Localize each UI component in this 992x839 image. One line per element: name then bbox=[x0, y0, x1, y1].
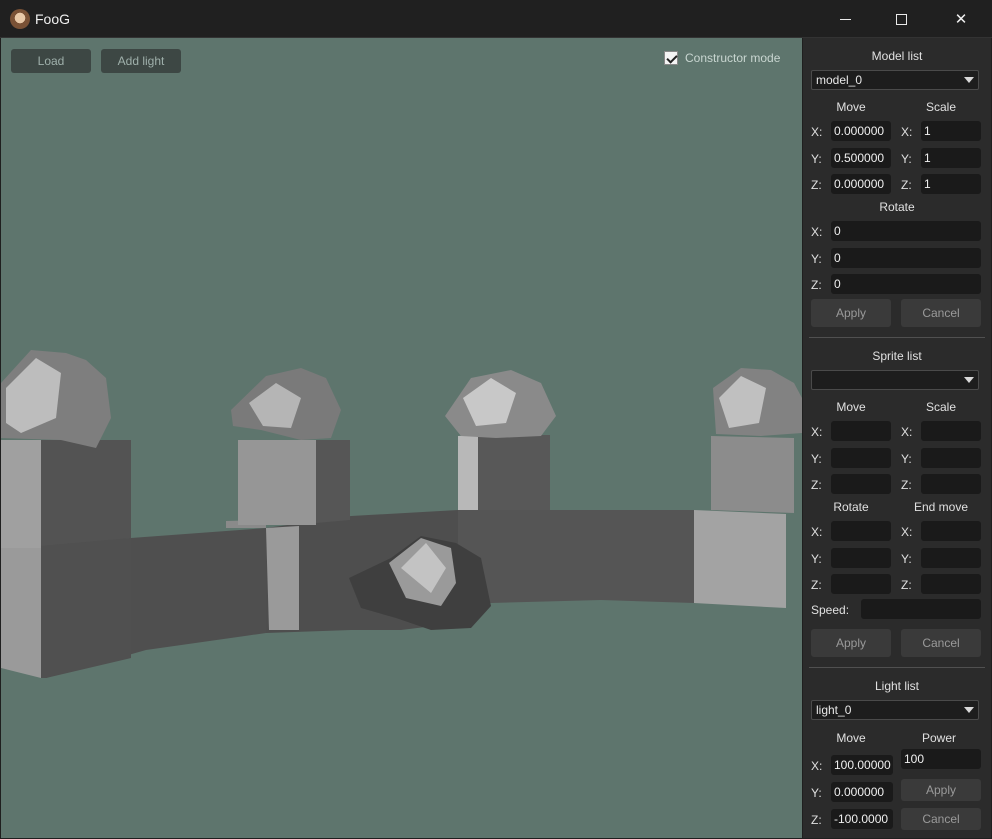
axis-label: Y: bbox=[811, 252, 822, 266]
sprite-end-move-y[interactable] bbox=[921, 548, 981, 568]
axis-label: Y: bbox=[901, 552, 912, 566]
axis-label: Y: bbox=[811, 152, 822, 166]
sprite-rotate-y[interactable] bbox=[831, 548, 891, 568]
light-select-value: light_0 bbox=[816, 703, 852, 717]
light-power-input[interactable]: 100 bbox=[901, 749, 981, 769]
axis-label: Z: bbox=[901, 578, 912, 592]
model-scale-label: Scale bbox=[925, 100, 957, 114]
axis-label: X: bbox=[811, 759, 823, 773]
axis-label: X: bbox=[811, 425, 823, 439]
constructor-mode-label: Constructor mode bbox=[685, 51, 781, 65]
light-move-z[interactable]: -100.0000 bbox=[831, 809, 893, 829]
model-move-y[interactable]: 0.500000 bbox=[831, 148, 891, 168]
light-apply-button[interactable]: Apply bbox=[901, 779, 981, 801]
close-icon: ✕ bbox=[954, 11, 968, 28]
model-scale-y[interactable]: 1 bbox=[921, 148, 981, 168]
model-rotate-z[interactable]: 0 bbox=[831, 274, 981, 294]
model-rotate-y[interactable]: 0 bbox=[831, 248, 981, 268]
sprite-rotate-x[interactable] bbox=[831, 521, 891, 541]
window-title: FooG bbox=[35, 11, 71, 27]
sprite-scale-y[interactable] bbox=[921, 448, 981, 468]
app-icon bbox=[10, 9, 30, 29]
axis-label: X: bbox=[901, 525, 913, 539]
model-rotate-label: Rotate bbox=[879, 200, 915, 214]
model-scale-x[interactable]: 1 bbox=[921, 121, 981, 141]
add-light-button[interactable]: Add light bbox=[101, 49, 181, 73]
axis-label: X: bbox=[811, 125, 823, 139]
load-button[interactable]: Load bbox=[11, 49, 91, 73]
axis-label: Z: bbox=[811, 813, 822, 827]
light-power-label: Power bbox=[921, 731, 956, 745]
axis-label: X: bbox=[811, 525, 823, 539]
constructor-mode-toggle[interactable]: Constructor mode bbox=[664, 51, 780, 65]
sprite-rotate-label: Rotate bbox=[833, 500, 869, 514]
axis-label: Y: bbox=[901, 452, 912, 466]
axis-label: X: bbox=[901, 425, 913, 439]
light-cancel-button[interactable]: Cancel bbox=[901, 808, 981, 830]
light-select[interactable]: light_0 bbox=[811, 700, 979, 720]
model-apply-button[interactable]: Apply bbox=[811, 299, 891, 327]
sprite-rotate-z[interactable] bbox=[831, 574, 891, 594]
maximize-button[interactable] bbox=[878, 0, 924, 38]
axis-label: Z: bbox=[901, 478, 912, 492]
sprite-select[interactable] bbox=[811, 370, 979, 390]
minimize-icon bbox=[839, 18, 851, 20]
chevron-down-icon bbox=[964, 77, 974, 83]
axis-label: X: bbox=[901, 125, 913, 139]
light-move-label: Move bbox=[836, 731, 866, 745]
sprite-list-title: Sprite list bbox=[872, 349, 922, 363]
sprite-end-move-label: End move bbox=[913, 500, 969, 514]
sprite-move-z[interactable] bbox=[831, 474, 891, 494]
sprite-move-x[interactable] bbox=[831, 421, 891, 441]
chevron-down-icon bbox=[964, 377, 974, 383]
properties-panel: Model list model_0 Move Scale X: 0.00000… bbox=[803, 38, 991, 838]
axis-label: Y: bbox=[811, 552, 822, 566]
model-select-value: model_0 bbox=[816, 73, 863, 87]
axis-label: Z: bbox=[811, 578, 822, 592]
constructor-mode-checkbox[interactable] bbox=[664, 51, 678, 65]
model-list-title: Model list bbox=[871, 49, 923, 63]
maximize-icon bbox=[895, 13, 907, 25]
axis-label: Z: bbox=[811, 478, 822, 492]
axis-label: Y: bbox=[901, 152, 912, 166]
axis-label: Y: bbox=[811, 786, 822, 800]
divider bbox=[809, 667, 985, 668]
sprite-apply-button[interactable]: Apply bbox=[811, 629, 891, 657]
sprite-end-move-x[interactable] bbox=[921, 521, 981, 541]
sprite-scale-x[interactable] bbox=[921, 421, 981, 441]
sprite-scale-label: Scale bbox=[925, 400, 957, 414]
close-button[interactable]: ✕ bbox=[938, 0, 984, 38]
model-select[interactable]: model_0 bbox=[811, 70, 979, 90]
axis-label: Y: bbox=[811, 452, 822, 466]
model-move-z[interactable]: 0.000000 bbox=[831, 174, 891, 194]
light-move-x[interactable]: 100.00000 bbox=[831, 755, 893, 775]
title-bar: FooG ✕ bbox=[0, 0, 992, 38]
minimize-button[interactable] bbox=[822, 0, 868, 38]
sprite-end-move-z[interactable] bbox=[921, 574, 981, 594]
sprite-move-label: Move bbox=[836, 400, 866, 414]
sprite-speed-input[interactable] bbox=[861, 599, 981, 619]
axis-label: Z: bbox=[811, 178, 822, 192]
axis-label: Z: bbox=[901, 178, 912, 192]
light-move-y[interactable]: 0.000000 bbox=[831, 782, 893, 802]
model-move-label: Move bbox=[836, 100, 866, 114]
chevron-down-icon bbox=[964, 707, 974, 713]
sprite-cancel-button[interactable]: Cancel bbox=[901, 629, 981, 657]
model-rotate-x[interactable]: 0 bbox=[831, 221, 981, 241]
model-cancel-button[interactable]: Cancel bbox=[901, 299, 981, 327]
3d-viewport[interactable]: Load Add light Constructor mode bbox=[1, 38, 802, 838]
model-move-x[interactable]: 0.000000 bbox=[831, 121, 891, 141]
scene-render bbox=[1, 350, 802, 678]
divider bbox=[809, 337, 985, 338]
light-list-title: Light list bbox=[874, 679, 920, 693]
axis-label: X: bbox=[811, 225, 823, 239]
sprite-speed-label: Speed: bbox=[811, 603, 850, 617]
axis-label: Z: bbox=[811, 278, 822, 292]
sprite-move-y[interactable] bbox=[831, 448, 891, 468]
model-scale-z[interactable]: 1 bbox=[921, 174, 981, 194]
sprite-scale-z[interactable] bbox=[921, 474, 981, 494]
